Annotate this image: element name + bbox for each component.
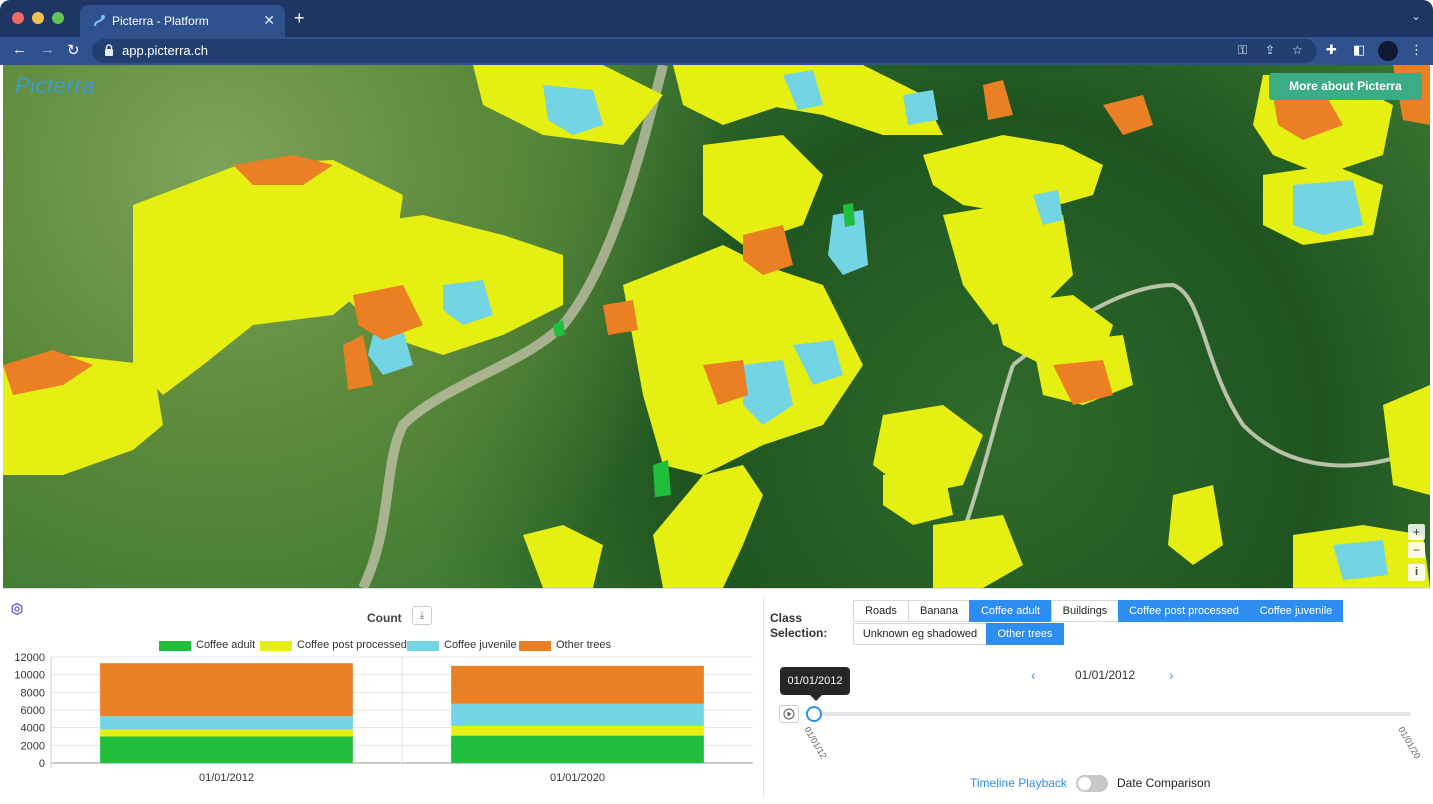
y-tick-label: 10000 xyxy=(14,670,45,682)
legend-swatch xyxy=(519,641,551,651)
class-selection-label-line1: Class xyxy=(770,611,803,625)
side-panel-icon[interactable]: ◧ xyxy=(1353,42,1365,58)
bar-segment xyxy=(100,736,353,763)
previous-date-chevron-icon[interactable]: ‹ xyxy=(1031,667,1036,683)
class-chip-coffee-adult[interactable]: Coffee adult xyxy=(969,600,1052,622)
map-overlay xyxy=(3,65,1430,588)
browser-menu-icon[interactable]: ⋮ xyxy=(1410,42,1423,58)
panel-divider xyxy=(763,597,764,797)
tab-close-icon[interactable]: ✕ xyxy=(263,12,275,29)
zoom-in-button[interactable]: + xyxy=(1408,524,1425,540)
y-tick-label: 8000 xyxy=(21,687,45,699)
current-date-label: 01/01/2012 xyxy=(1075,668,1136,682)
class-selection-label-line2: Selection: xyxy=(770,626,828,640)
legend-swatch xyxy=(260,641,292,651)
bar-segment xyxy=(451,735,704,763)
legend-label: Coffee post processed xyxy=(297,639,407,651)
bar-segment xyxy=(451,665,704,704)
legend-label: Coffee adult xyxy=(196,639,256,651)
legend-swatch xyxy=(159,641,191,651)
back-arrow-icon[interactable]: ← xyxy=(12,41,27,58)
play-icon xyxy=(783,708,795,720)
bar-segment xyxy=(100,716,353,730)
class-chip-coffee-juvenile[interactable]: Coffee juvenile xyxy=(1249,600,1343,622)
legend-label: Coffee juvenile xyxy=(444,639,517,651)
picterra-favicon-icon xyxy=(94,15,105,27)
toggle-knob xyxy=(1078,777,1091,790)
more-about-picterra-button[interactable]: More about Picterra xyxy=(1269,73,1422,100)
x-tick-label: 01/01/2020 xyxy=(550,772,605,784)
url-text: app.picterra.ch xyxy=(122,43,208,58)
map-info-button[interactable]: i xyxy=(1408,564,1425,581)
address-bar[interactable]: app.picterra.ch ⚿ ⇪ ☆ xyxy=(92,39,1317,63)
key-icon[interactable]: ⚿ xyxy=(1238,43,1247,58)
x-tick-label: 01/01/2012 xyxy=(199,772,254,784)
settings-gear-icon[interactable] xyxy=(11,603,23,615)
y-tick-label: 2000 xyxy=(21,740,45,752)
analysis-panel: Count ⤓ Coffee adult Coffee post process… xyxy=(3,588,1430,801)
chart-title: Count xyxy=(367,611,402,625)
bookmark-star-icon[interactable]: ☆ xyxy=(1292,43,1303,57)
title-bar: Picterra - Platform ✕ + ⌄ xyxy=(0,0,1433,37)
reload-icon[interactable]: ↻ xyxy=(67,41,80,59)
timeline-slider-track[interactable] xyxy=(816,712,1411,716)
tab-title: Picterra - Platform xyxy=(112,14,209,28)
next-date-chevron-icon[interactable]: › xyxy=(1169,667,1174,683)
forward-arrow-icon[interactable]: → xyxy=(40,41,55,58)
legend-swatch xyxy=(407,641,439,651)
bar-segment xyxy=(451,725,704,736)
bar-segment xyxy=(100,729,353,737)
timeline-start-tick: 01/01/12 xyxy=(802,725,829,761)
date-comparison-toggle[interactable] xyxy=(1076,775,1108,792)
browser-window: Picterra - Platform ✕ + ⌄ ← → ↻ app.pict… xyxy=(0,0,1433,804)
picterra-logo[interactable]: Picterra xyxy=(15,73,95,99)
zoom-out-button[interactable]: − xyxy=(1408,542,1425,558)
new-tab-button[interactable]: + xyxy=(294,8,305,29)
download-icon[interactable]: ⤓ xyxy=(412,606,432,625)
lock-icon xyxy=(105,44,113,56)
play-button[interactable] xyxy=(779,705,799,723)
class-chip-coffee-post-processed[interactable]: Coffee post processed xyxy=(1118,600,1250,622)
class-chip-roads[interactable]: Roads xyxy=(853,600,909,622)
y-tick-label: 6000 xyxy=(21,705,45,717)
minimize-window-button[interactable] xyxy=(32,12,44,24)
tab-search-chevron-icon[interactable]: ⌄ xyxy=(1411,9,1421,23)
maximize-window-button[interactable] xyxy=(52,12,64,24)
timeline-tooltip: 01/01/2012 xyxy=(780,667,850,701)
class-chip-buildings[interactable]: Buildings xyxy=(1051,600,1119,622)
legend-label: Other trees xyxy=(556,639,612,651)
class-chip-unknown-eg-shadowed[interactable]: Unknown eg shadowed xyxy=(853,623,987,645)
bar-segment xyxy=(100,663,353,717)
browser-toolbar: ← → ↻ app.picterra.ch ⚿ ⇪ ☆ ✚ ◧ ⋮ xyxy=(0,37,1433,65)
y-tick-label: 4000 xyxy=(21,723,45,735)
coffee-post-processed-zones xyxy=(3,65,1430,588)
count-bar-chart: 12000 10000 8000 6000 4000 2000 0 01/01/2012 01/… xyxy=(14,652,753,784)
class-chip-other-trees[interactable]: Other trees xyxy=(986,623,1064,645)
satellite-map[interactable]: Picterra More about Picterra + − i xyxy=(3,65,1430,588)
extensions-puzzle-icon[interactable]: ✚ xyxy=(1326,42,1337,58)
date-comparison-option[interactable]: Date Comparison xyxy=(1117,776,1210,790)
class-selection-label: Class Selection: xyxy=(770,611,827,641)
close-window-button[interactable] xyxy=(12,12,24,24)
share-icon[interactable]: ⇪ xyxy=(1265,43,1275,57)
timeline-end-tick: 01/01/20 xyxy=(1396,725,1423,761)
class-chip-banana[interactable]: Banana xyxy=(908,600,970,622)
y-tick-label: 12000 xyxy=(14,652,45,664)
profile-avatar[interactable] xyxy=(1378,41,1398,61)
browser-tab[interactable]: Picterra - Platform ✕ xyxy=(80,5,285,37)
bar-segment xyxy=(451,703,704,726)
timeline-slider-handle[interactable] xyxy=(806,706,822,722)
timeline-playback-option[interactable]: Timeline Playback xyxy=(970,776,1067,790)
y-tick-label: 0 xyxy=(39,758,45,770)
